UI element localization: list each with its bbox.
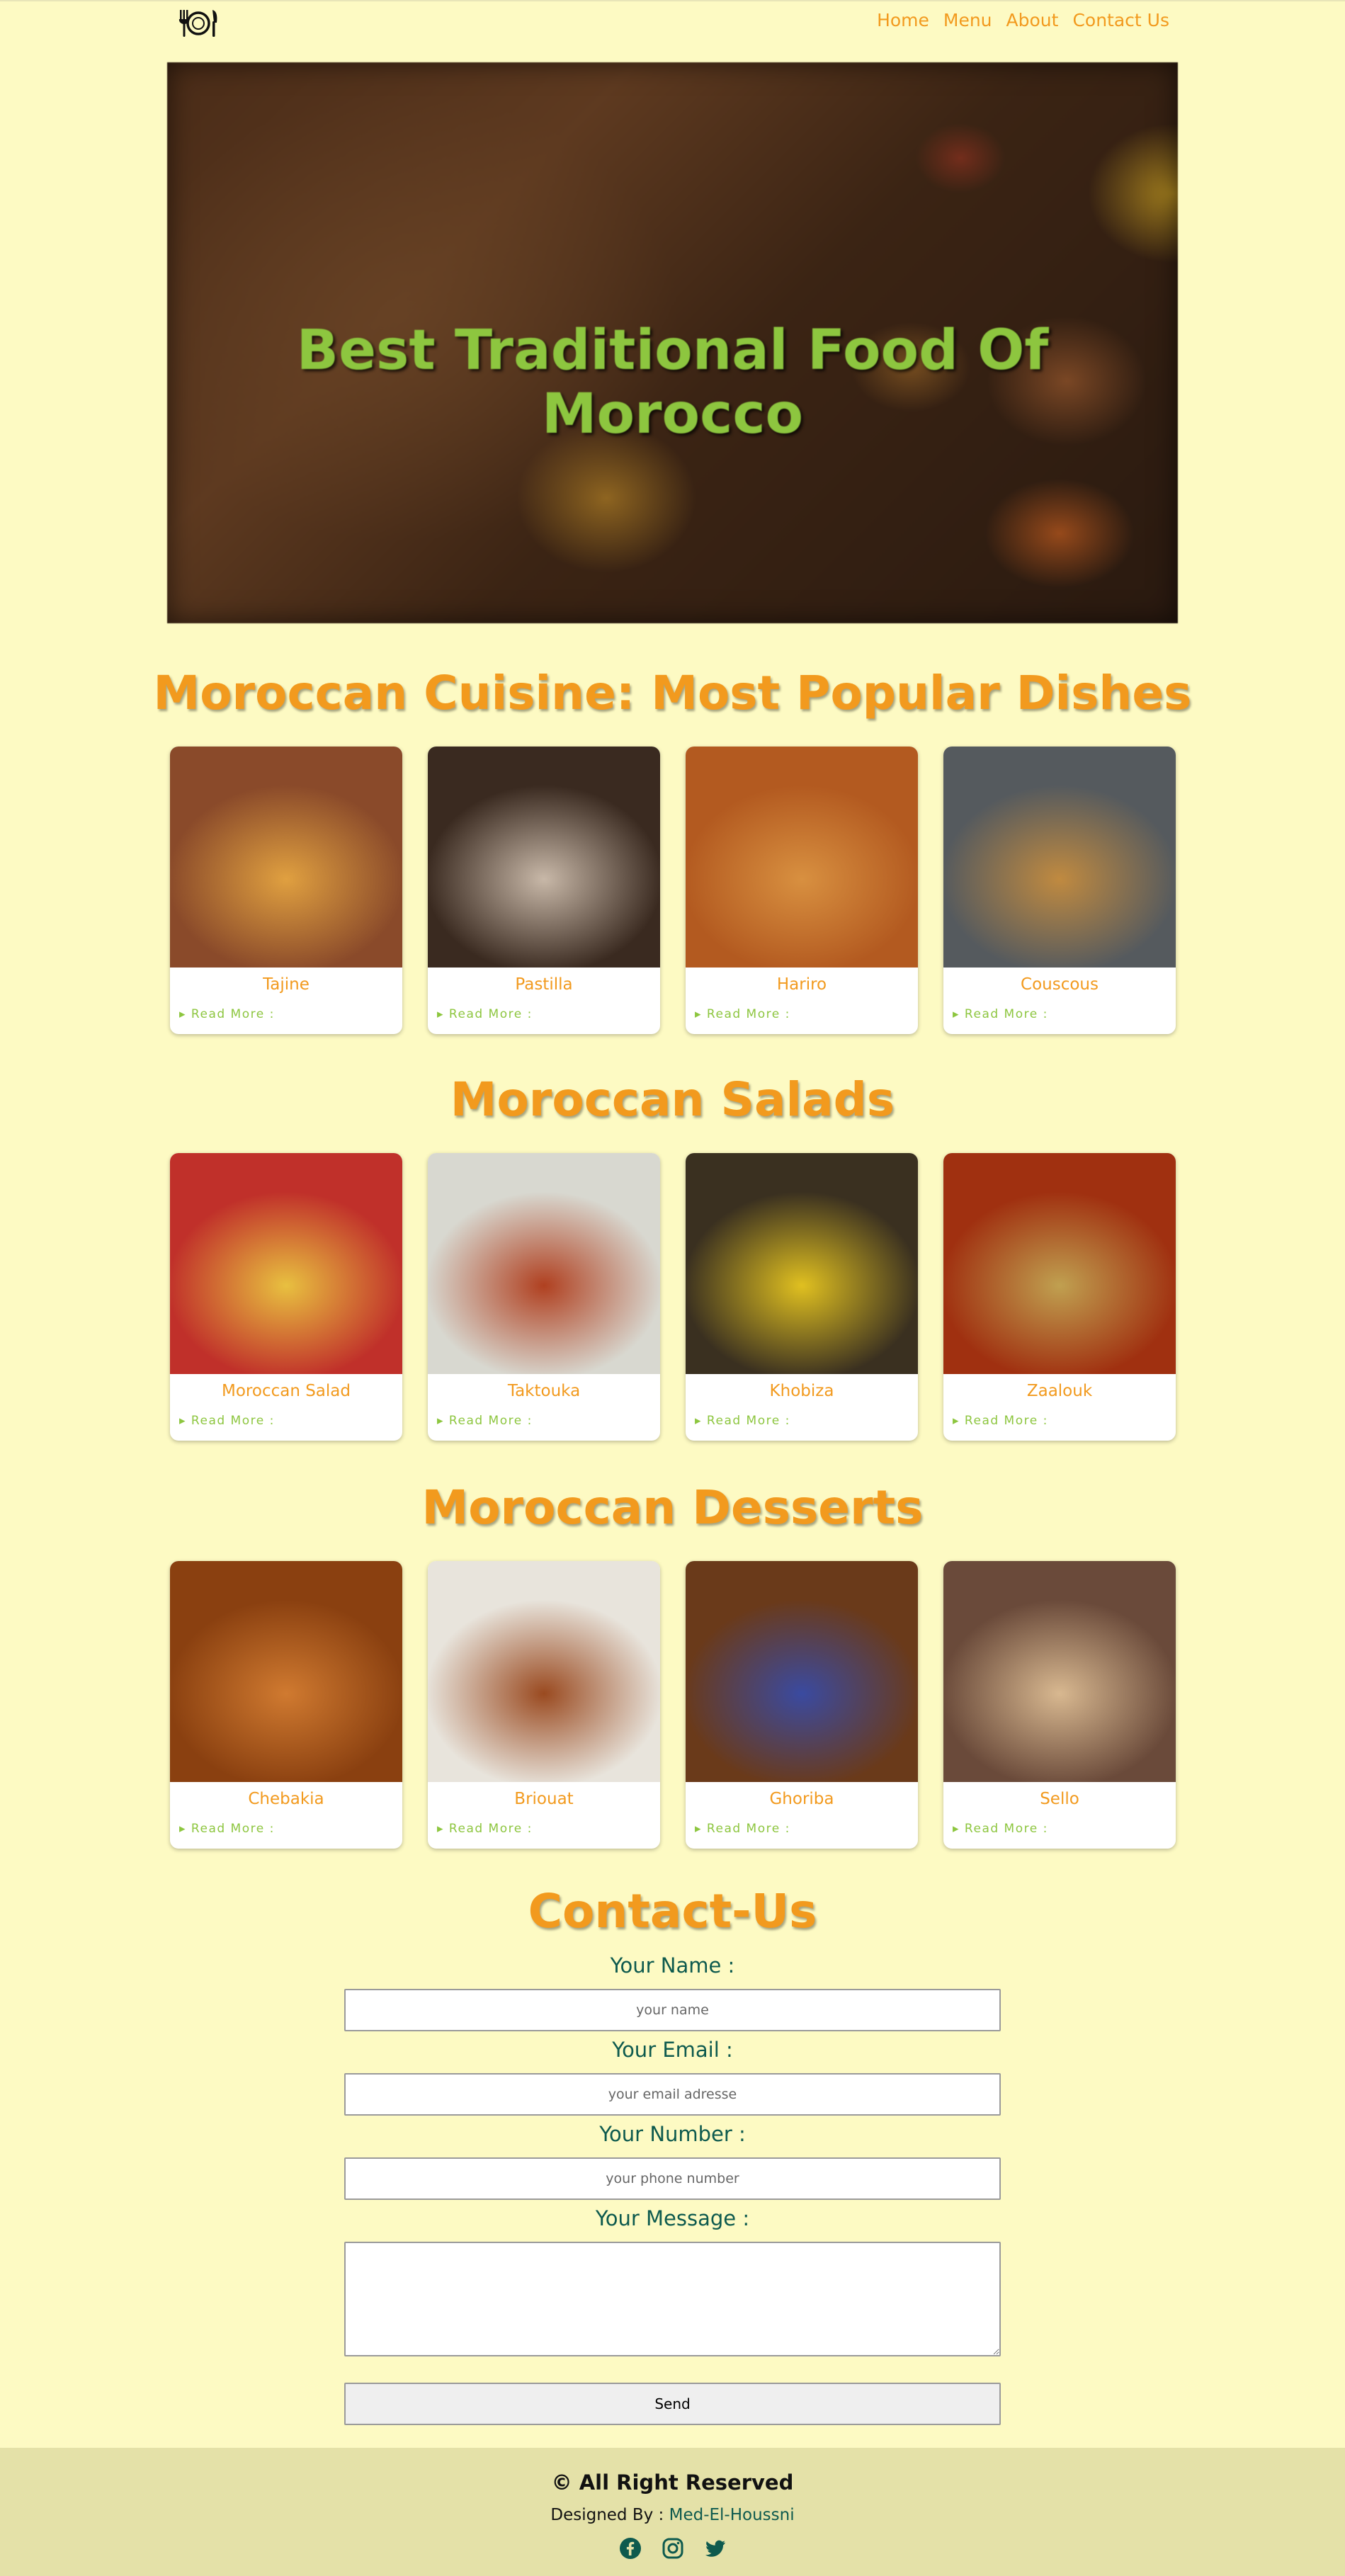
read-more-link[interactable]: ▸ Read More : — [953, 1822, 1048, 1836]
read-more-link[interactable]: ▸ Read More : — [437, 1414, 533, 1428]
email-input[interactable] — [344, 2073, 1001, 2116]
dessert-card-sello[interactable]: Sello ▸ Read More : — [943, 1561, 1176, 1849]
dishes-card-grid: Tajine ▸ Read More : Pastilla ▸ Read Mor… — [170, 747, 1176, 1034]
salad-image — [686, 1153, 918, 1374]
salad-name: Khobiza — [769, 1382, 834, 1400]
read-more-link[interactable]: ▸ Read More : — [179, 1007, 275, 1021]
read-more-link[interactable]: ▸ Read More : — [953, 1007, 1048, 1021]
dessert-card-briouat[interactable]: Briouat ▸ Read More : — [428, 1561, 660, 1849]
read-more-link[interactable]: ▸ Read More : — [179, 1822, 275, 1836]
dessert-card-ghoriba[interactable]: Ghoriba ▸ Read More : — [686, 1561, 918, 1849]
dessert-image — [170, 1561, 402, 1782]
dessert-image — [686, 1561, 918, 1782]
twitter-icon[interactable] — [704, 2537, 727, 2560]
salad-name: Taktouka — [507, 1382, 581, 1400]
dessert-name: Sello — [1040, 1790, 1079, 1808]
section-title-contact: Contact-Us — [528, 1884, 817, 1939]
dish-card-tajine[interactable]: Tajine ▸ Read More : — [170, 747, 402, 1034]
designed-by: Designed By : Med-El-Houssni — [0, 2506, 1345, 2524]
salad-card-zaalouk[interactable]: Zaalouk ▸ Read More : — [943, 1153, 1176, 1441]
read-more-link[interactable]: ▸ Read More : — [695, 1822, 790, 1836]
hero-title: Best Traditional Food Of Morocco — [296, 319, 1049, 446]
nav-link-menu[interactable]: Menu — [943, 10, 992, 30]
section-title-dishes: Moroccan Cuisine: Most Popular Dishes — [153, 666, 1192, 720]
dish-name: Couscous — [1021, 975, 1099, 994]
desserts-card-grid: Chebakia ▸ Read More : Briouat ▸ Read Mo… — [170, 1561, 1176, 1849]
name-label: Your Name : — [610, 1953, 735, 1978]
read-more-link[interactable]: ▸ Read More : — [695, 1414, 790, 1428]
section-title-desserts: Moroccan Desserts — [421, 1480, 924, 1535]
read-more-link[interactable]: ▸ Read More : — [437, 1822, 533, 1836]
dessert-card-chebakia[interactable]: Chebakia ▸ Read More : — [170, 1561, 402, 1849]
copyright-text: © All Right Reserved — [551, 2470, 794, 2495]
read-more-link[interactable]: ▸ Read More : — [437, 1007, 533, 1021]
nav-link-contact[interactable]: Contact Us — [1072, 10, 1169, 30]
salad-name: Zaalouk — [1026, 1382, 1093, 1400]
email-label: Your Email : — [612, 2038, 733, 2062]
footer: © All Right Reserved Designed By : Med-E… — [0, 2448, 1345, 2576]
name-input[interactable] — [344, 1989, 1001, 2031]
dessert-image — [428, 1561, 660, 1782]
nav-links: Home Menu About Contact Us — [877, 10, 1169, 30]
number-label: Your Number : — [599, 2122, 746, 2146]
dish-image — [686, 747, 918, 968]
dish-card-couscous[interactable]: Couscous ▸ Read More : — [943, 747, 1176, 1034]
message-label: Your Message : — [595, 2206, 750, 2230]
salad-image — [428, 1153, 660, 1374]
salad-name: Moroccan Salad — [222, 1382, 351, 1400]
facebook-icon[interactable] — [619, 2537, 642, 2560]
instagram-icon[interactable] — [662, 2537, 684, 2560]
dessert-name: Briouat — [514, 1790, 574, 1808]
read-more-link[interactable]: ▸ Read More : — [179, 1414, 275, 1428]
salad-card-taktouka[interactable]: Taktouka ▸ Read More : — [428, 1153, 660, 1441]
salad-card-khobiza[interactable]: Khobiza ▸ Read More : — [686, 1153, 918, 1441]
dish-image — [943, 747, 1176, 968]
dessert-image — [943, 1561, 1176, 1782]
dessert-name: Chebakia — [248, 1790, 324, 1808]
send-button[interactable]: Send — [344, 2383, 1001, 2425]
dish-card-pastilla[interactable]: Pastilla ▸ Read More : — [428, 747, 660, 1034]
salad-card-moroccan-salad[interactable]: Moroccan Salad ▸ Read More : — [170, 1153, 402, 1441]
read-more-link[interactable]: ▸ Read More : — [695, 1007, 790, 1021]
salads-card-grid: Moroccan Salad ▸ Read More : Taktouka ▸ … — [170, 1153, 1176, 1441]
salad-image — [170, 1153, 402, 1374]
dessert-name: Ghoriba — [769, 1790, 834, 1808]
navbar: Home Menu About Contact Us — [0, 0, 1345, 42]
dish-name: Tajine — [263, 975, 310, 994]
social-links — [0, 2537, 1345, 2560]
hero-banner: Best Traditional Food Of Morocco — [167, 62, 1178, 623]
read-more-link[interactable]: ▸ Read More : — [953, 1414, 1048, 1428]
designed-by-label: Designed By : — [550, 2506, 664, 2524]
nav-link-home[interactable]: Home — [877, 10, 929, 30]
author-link[interactable]: Med-El-Houssni — [669, 2506, 795, 2524]
salad-image — [943, 1153, 1176, 1374]
dish-image — [428, 747, 660, 968]
section-title-salads: Moroccan Salads — [450, 1072, 895, 1127]
message-textarea[interactable] — [344, 2242, 1001, 2356]
dish-name: Pastilla — [515, 975, 573, 994]
dish-image — [170, 747, 402, 968]
phone-input[interactable] — [344, 2157, 1001, 2200]
restaurant-logo-icon[interactable] — [176, 7, 221, 40]
nav-link-about[interactable]: About — [1006, 10, 1059, 30]
dish-card-hariro[interactable]: Hariro ▸ Read More : — [686, 747, 918, 1034]
dish-name: Hariro — [776, 975, 827, 994]
